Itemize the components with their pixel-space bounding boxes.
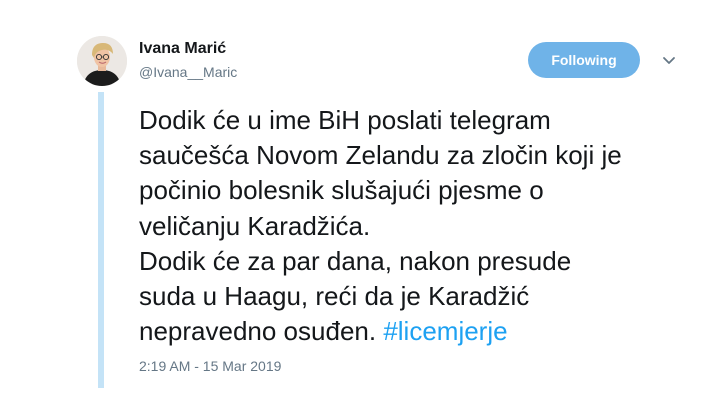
tweet-text: Dodik će u ime BiH poslati telegram sauč…: [139, 103, 679, 349]
hashtag-link[interactable]: #licemjerje: [383, 316, 507, 346]
tweet-line: saučešća Novom Zelandu za zločin koji je: [139, 140, 622, 171]
tweet-timestamp[interactable]: 2:19 AM - 15 Mar 2019: [139, 358, 281, 374]
author-name[interactable]: Ivana Marić: [139, 40, 226, 58]
tweet-line-last: nepravedno osuđen. #licemjerje: [139, 314, 679, 349]
thread-connector-line: [98, 92, 104, 388]
tweet-line: Dodik će za par dana, nakon presude: [139, 245, 572, 276]
following-button[interactable]: Following: [528, 42, 640, 78]
profile-photo-icon: [77, 36, 127, 86]
tweet-line: počinio bolesnik slušajući pjesme o: [139, 175, 544, 206]
avatar[interactable]: [77, 36, 127, 86]
chevron-down-icon[interactable]: [660, 52, 678, 70]
author-handle[interactable]: @Ivana__Maric: [139, 64, 237, 80]
tweet-line: suda u Haagu, reći da je Karadžić: [139, 281, 530, 312]
tweet-line-text: nepravedno osuđen.: [139, 316, 384, 347]
tweet-line: Dodik će u ime BiH poslati telegram: [139, 105, 551, 135]
tweet-line: veličanju Karadžića.: [139, 210, 371, 241]
